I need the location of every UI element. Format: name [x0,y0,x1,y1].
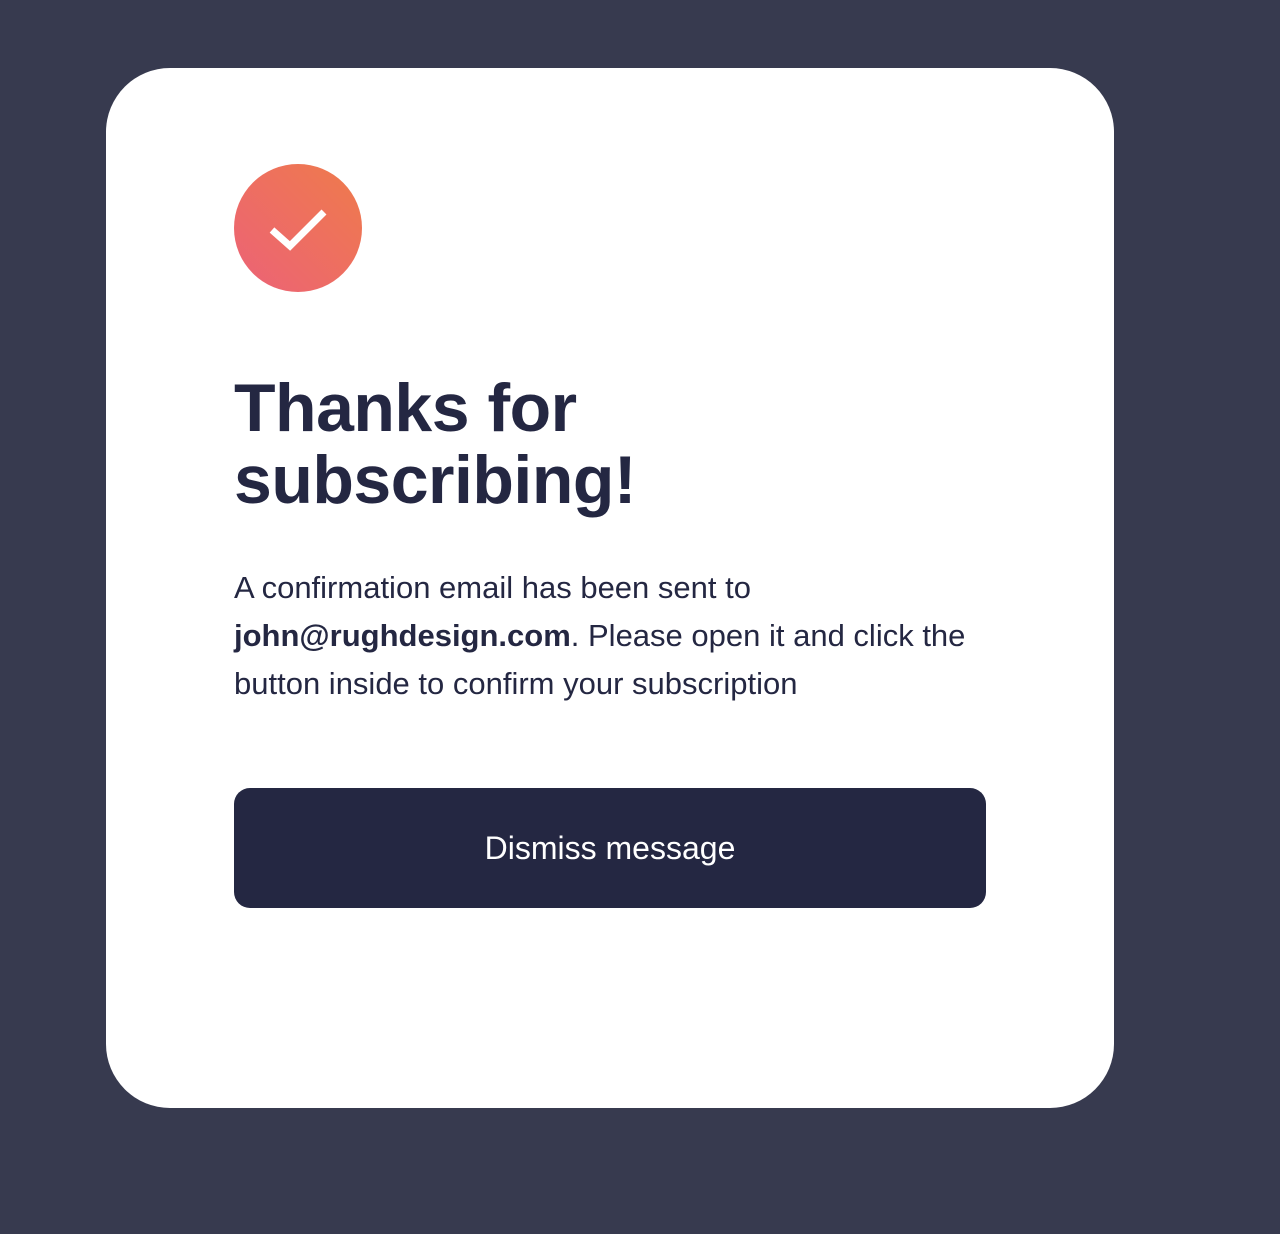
check-icon [269,209,327,251]
dismiss-button[interactable]: Dismiss message [234,788,986,908]
message-prefix: A confirmation email has been sent to [234,570,751,605]
success-badge [234,164,362,292]
email-address: john@rughdesign.com [234,618,571,653]
page-title: Thanks for subscribing! [234,370,637,518]
confirmation-message: A confirmation email has been sent to jo… [234,564,994,708]
success-card: Thanks for subscribing! A confirmation e… [106,68,1114,1108]
